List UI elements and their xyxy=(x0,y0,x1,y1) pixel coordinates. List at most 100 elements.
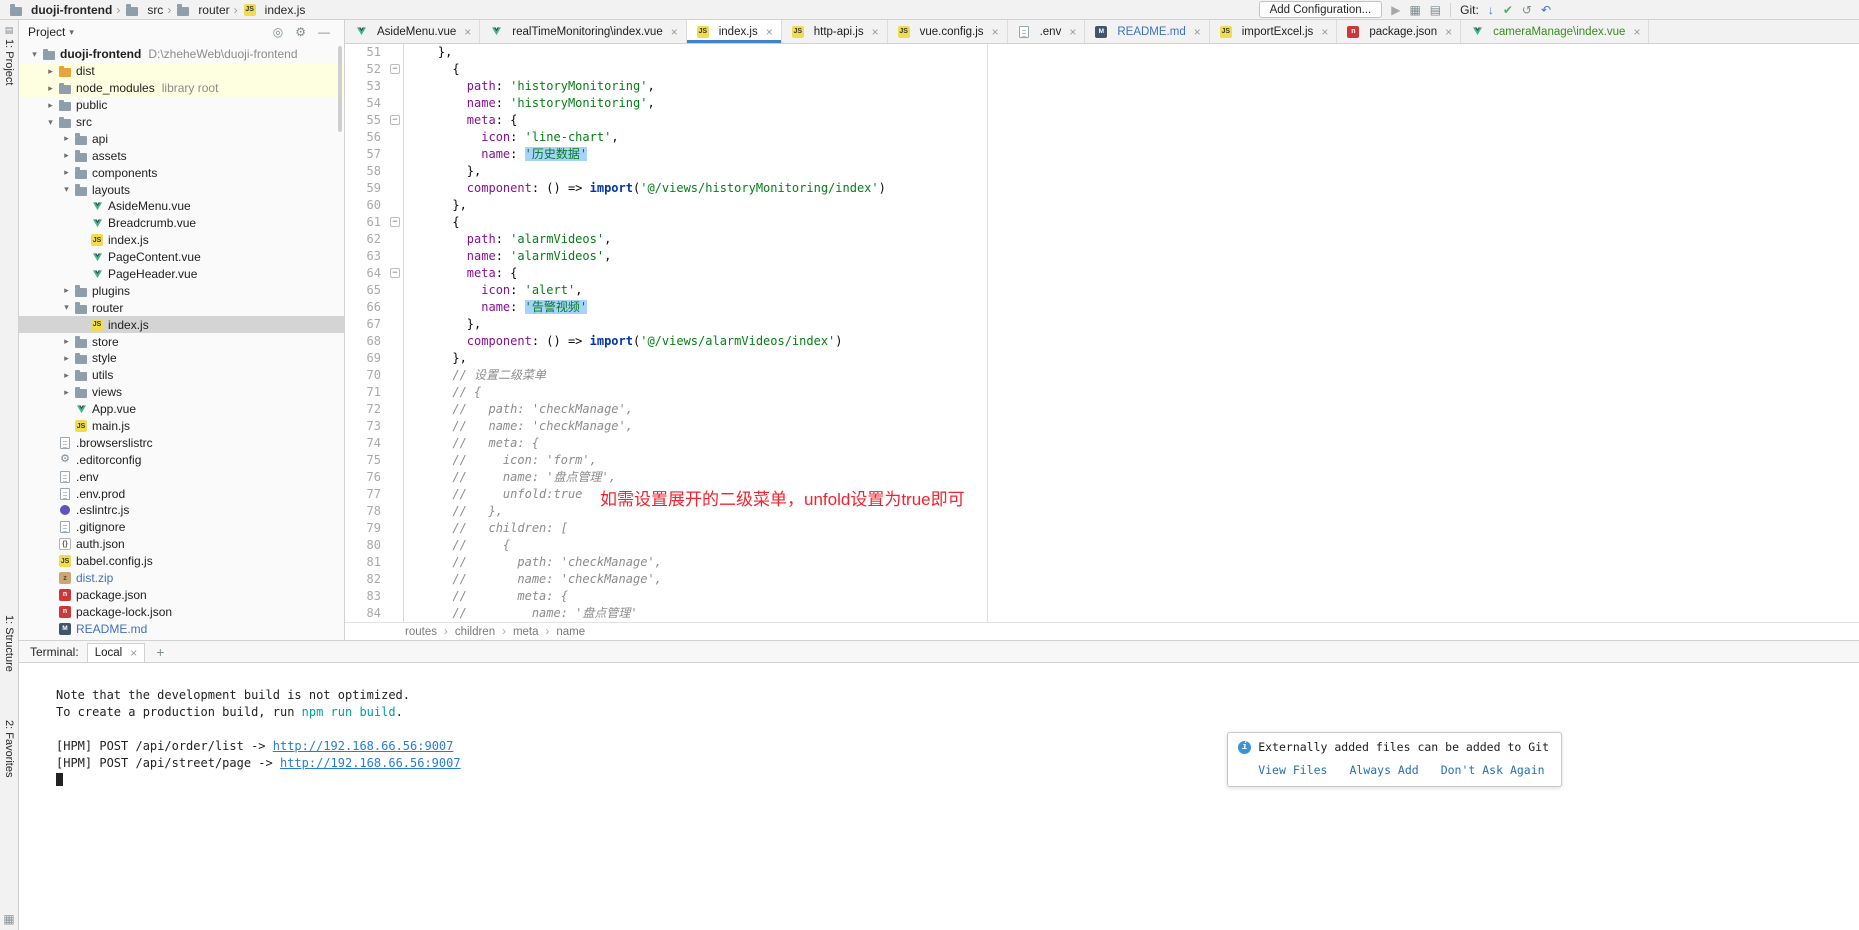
close-icon[interactable]: × xyxy=(464,26,471,38)
tree-item-main.js[interactable]: JSmain.js xyxy=(19,418,344,435)
tree-item-.env.prod[interactable]: .env.prod xyxy=(19,485,344,502)
fold-icon[interactable]: − xyxy=(390,217,400,227)
tab-README.md[interactable]: MREADME.md× xyxy=(1085,20,1209,43)
fold-icon[interactable]: − xyxy=(390,64,400,74)
tab-package.json[interactable]: npackage.json× xyxy=(1337,20,1461,43)
tree-item-router[interactable]: ▾router xyxy=(19,299,344,316)
tree-item-AsideMenu.vue[interactable]: AsideMenu.vue xyxy=(19,198,344,215)
tree-item-auth.json[interactable]: {}auth.json xyxy=(19,536,344,553)
tab-realTimeMonitoring\index.vue[interactable]: realTimeMonitoring\index.vue× xyxy=(480,20,686,43)
tree-item-index.js[interactable]: JSindex.js xyxy=(19,232,344,249)
tab-index.js[interactable]: JSindex.js× xyxy=(687,20,782,43)
close-icon[interactable]: × xyxy=(1069,26,1076,38)
tree-item-duoji-frontend[interactable]: ▾duoji-frontendD:\zheheWeb\duoji-fronten… xyxy=(19,46,344,63)
expand-arrow-icon[interactable]: ▸ xyxy=(60,353,73,364)
run-icon[interactable]: ▶ xyxy=(1391,4,1400,16)
tree-item-PageHeader.vue[interactable]: PageHeader.vue xyxy=(19,266,344,283)
tree-item-store[interactable]: ▸store xyxy=(19,333,344,350)
close-icon[interactable]: × xyxy=(1633,26,1640,38)
terminal-link[interactable]: http://192.168.66.56:9007 xyxy=(280,756,461,770)
expand-arrow-icon[interactable]: ▸ xyxy=(60,387,73,398)
tree-item-.env[interactable]: .env xyxy=(19,468,344,485)
tab-.env[interactable]: .env× xyxy=(1008,20,1086,43)
tree-item-plugins[interactable]: ▸plugins xyxy=(19,282,344,299)
close-icon[interactable]: × xyxy=(872,26,879,38)
history-icon[interactable]: ↺ xyxy=(1522,4,1532,16)
settings-gear-icon[interactable]: ⚙ xyxy=(295,26,306,38)
breadcrumb-item-src[interactable]: src xyxy=(124,3,163,17)
collapse-arrow-icon[interactable]: ▾ xyxy=(44,117,57,128)
commit-icon[interactable]: ✔ xyxy=(1503,4,1513,16)
project-view-selector[interactable]: Project ▾ xyxy=(28,25,74,39)
tree-item-style[interactable]: ▸style xyxy=(19,350,344,367)
expand-arrow-icon[interactable]: ▸ xyxy=(44,66,57,77)
breadcrumb-item-router[interactable]: router xyxy=(175,3,229,17)
breadcrumb-item-children[interactable]: children xyxy=(455,626,495,638)
expand-arrow-icon[interactable]: ▸ xyxy=(44,100,57,111)
tree-item-api[interactable]: ▸api xyxy=(19,130,344,147)
breadcrumb-item-routes[interactable]: routes xyxy=(405,626,437,638)
expand-arrow-icon[interactable]: ▸ xyxy=(60,336,73,347)
tool-button-structure[interactable]: 1: Structure xyxy=(3,610,15,676)
tree-item-babel.config.js[interactable]: JSbabel.config.js xyxy=(19,553,344,570)
terminal[interactable]: Note that the development build is not o… xyxy=(19,663,1859,930)
tree-item-README.md[interactable]: MREADME.md xyxy=(19,620,344,637)
notification-action-don't-ask-again[interactable]: Don't Ask Again xyxy=(1441,762,1545,779)
tree-item-Breadcrumb.vue[interactable]: Breadcrumb.vue xyxy=(19,215,344,232)
fold-icon[interactable]: − xyxy=(390,268,400,278)
expand-arrow-icon[interactable]: ▸ xyxy=(60,150,73,161)
locate-icon[interactable]: ◎ xyxy=(273,26,283,38)
tree-item-layouts[interactable]: ▾layouts xyxy=(19,181,344,198)
tree-item-node_modules[interactable]: ▸node_moduleslibrary root xyxy=(19,80,344,97)
profile-icon[interactable]: ▤ xyxy=(1430,4,1441,16)
expand-arrow-icon[interactable]: ▸ xyxy=(60,167,73,178)
expand-arrow-icon[interactable]: ▸ xyxy=(60,370,73,381)
tree-item-dist.zip[interactable]: zdist.zip xyxy=(19,570,344,587)
tab-AsideMenu.vue[interactable]: AsideMenu.vue× xyxy=(345,20,480,43)
close-icon[interactable]: × xyxy=(1445,26,1452,38)
terminal-link[interactable]: http://192.168.66.56:9007 xyxy=(273,739,454,753)
tree-item-.editorconfig[interactable]: ⚙.editorconfig xyxy=(19,451,344,468)
terminal-tab-local[interactable]: Local × xyxy=(87,643,146,662)
tab-importExcel.js[interactable]: JSimportExcel.js× xyxy=(1210,20,1338,43)
new-terminal-button[interactable]: + xyxy=(156,644,164,660)
editor-content[interactable]: 51 },52− {53 path: 'historyMonitoring',5… xyxy=(345,44,1859,622)
add-configuration-button[interactable]: Add Configuration... xyxy=(1259,1,1383,18)
close-icon[interactable]: × xyxy=(1194,26,1201,38)
notification-action-always-add[interactable]: Always Add xyxy=(1349,762,1418,779)
notification-action-view-files[interactable]: View Files xyxy=(1258,762,1327,779)
collapse-arrow-icon[interactable]: ▾ xyxy=(28,49,41,60)
tree-item-package-lock.json[interactable]: npackage-lock.json xyxy=(19,603,344,620)
rollback-icon[interactable]: ↶ xyxy=(1541,4,1551,16)
close-icon[interactable]: × xyxy=(130,647,137,659)
tab-http-api.js[interactable]: JShttp-api.js× xyxy=(782,20,888,43)
update-project-icon[interactable]: ↓ xyxy=(1488,4,1494,16)
build-icon[interactable]: ▦ xyxy=(1409,4,1420,16)
close-icon[interactable]: × xyxy=(1321,26,1328,38)
tool-button-project[interactable]: ▤ 1: Project xyxy=(3,20,15,89)
tab-cameraManage\index.vue[interactable]: cameraManage\index.vue× xyxy=(1461,20,1649,43)
tree-item-App.vue[interactable]: App.vue xyxy=(19,401,344,418)
close-icon[interactable]: × xyxy=(766,26,773,38)
tree-item-.browserslistrc[interactable]: .browserslistrc xyxy=(19,434,344,451)
tree-item-index.js[interactable]: JSindex.js xyxy=(19,316,344,333)
tree-item-src[interactable]: ▾src xyxy=(19,114,344,131)
tree-item-package.json[interactable]: npackage.json xyxy=(19,587,344,604)
breadcrumb-item-name[interactable]: name xyxy=(556,626,585,638)
breadcrumb-item-index.js[interactable]: JSindex.js xyxy=(242,3,306,17)
fold-icon[interactable]: − xyxy=(390,115,400,125)
tree-scrollbar[interactable] xyxy=(338,46,342,132)
breadcrumb-item-meta[interactable]: meta xyxy=(513,626,539,638)
tree-item-dist[interactable]: ▸dist xyxy=(19,63,344,80)
tab-vue.config.js[interactable]: JSvue.config.js× xyxy=(888,20,1008,43)
close-icon[interactable]: × xyxy=(992,26,999,38)
tree-item-.eslintrc.js[interactable]: .eslintrc.js xyxy=(19,502,344,519)
toolwindow-switcher-icon[interactable]: ▦ xyxy=(3,912,14,926)
expand-arrow-icon[interactable]: ▸ xyxy=(44,83,57,94)
collapse-arrow-icon[interactable]: ▾ xyxy=(60,184,73,195)
tree-item-components[interactable]: ▸components xyxy=(19,164,344,181)
tree-item-PageContent.vue[interactable]: PageContent.vue xyxy=(19,249,344,266)
breadcrumb-item-duoji-frontend[interactable]: duoji-frontend xyxy=(8,3,112,17)
collapse-arrow-icon[interactable]: ▾ xyxy=(60,302,73,313)
tool-button-favorites[interactable]: 2: Favorites xyxy=(3,715,15,781)
